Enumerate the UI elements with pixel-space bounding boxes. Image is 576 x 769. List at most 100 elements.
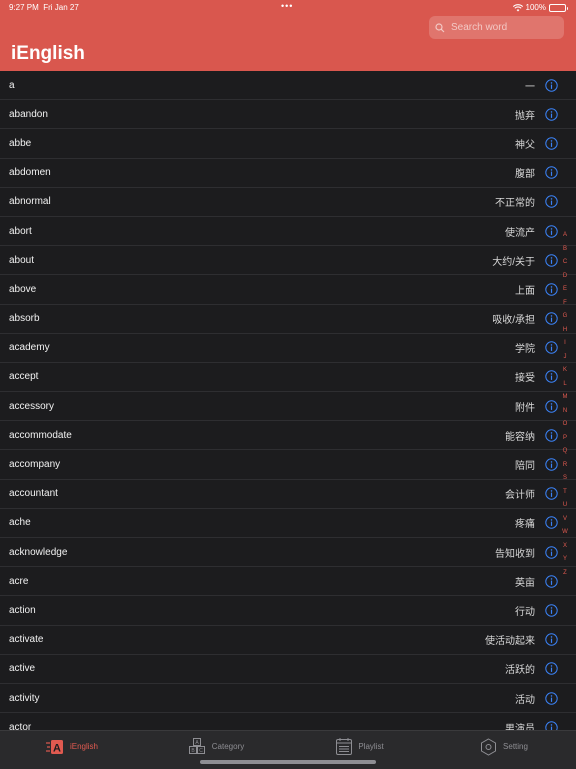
list-item[interactable]: acknowledge 告知收到 bbox=[0, 538, 576, 568]
tab-setting[interactable]: Setting bbox=[432, 731, 576, 762]
list-item[interactable]: ache 疼痛 bbox=[0, 509, 576, 538]
info-icon[interactable] bbox=[545, 108, 558, 121]
word-label: action bbox=[9, 604, 36, 616]
list-item[interactable]: absorb 吸收/承担 bbox=[0, 305, 576, 334]
index-letter[interactable]: M bbox=[563, 391, 568, 405]
tab-label: iEnglish bbox=[69, 742, 98, 751]
meaning-label: 一 bbox=[525, 81, 535, 93]
info-icon[interactable] bbox=[545, 604, 558, 617]
index-letter[interactable]: Q bbox=[563, 445, 568, 459]
tab-category[interactable]: A B C Category bbox=[144, 731, 288, 762]
search-input[interactable] bbox=[449, 21, 563, 34]
index-letter[interactable]: D bbox=[563, 270, 567, 284]
index-letter[interactable]: C bbox=[563, 256, 567, 270]
word-label: accept bbox=[9, 371, 39, 383]
index-letter[interactable]: P bbox=[563, 432, 567, 446]
home-indicator[interactable] bbox=[200, 760, 376, 764]
tab-iEnglish[interactable]: A iEnglish bbox=[0, 731, 144, 762]
meaning-label: 吸收/承担 bbox=[492, 315, 535, 327]
list-item[interactable]: abandon 抛弃 bbox=[0, 100, 576, 130]
index-letter[interactable]: G bbox=[563, 310, 568, 324]
index-letter[interactable]: F bbox=[563, 297, 567, 311]
search-bar[interactable] bbox=[429, 16, 564, 39]
index-letter[interactable]: S bbox=[563, 472, 567, 486]
list-item[interactable]: a一 bbox=[0, 71, 576, 101]
meaning-label: 腹部 bbox=[515, 169, 535, 181]
list-item[interactable]: accompany 陪同 bbox=[0, 450, 576, 480]
index-letter[interactable]: R bbox=[563, 459, 567, 473]
info-icon[interactable] bbox=[545, 662, 558, 676]
word-list[interactable]: a 一 abandon 抛弃 abbe 神父 abdomen 腹部 abnormal 不正常的 ab… bbox=[0, 71, 576, 730]
list-item[interactable]: abdomen 腹部 bbox=[0, 159, 576, 188]
info-icon[interactable] bbox=[545, 341, 558, 354]
list-item[interactable]: accessory 附件 bbox=[0, 392, 576, 422]
word-label: accompany bbox=[9, 459, 61, 471]
index-letter[interactable]: J bbox=[564, 351, 567, 365]
index-letter[interactable]: X bbox=[563, 540, 567, 554]
index-letter[interactable]: Z bbox=[563, 567, 567, 581]
info-icon[interactable] bbox=[545, 575, 558, 588]
info-icon[interactable] bbox=[545, 195, 558, 209]
index-letter[interactable]: U bbox=[563, 499, 567, 513]
info-icon[interactable] bbox=[545, 691, 558, 705]
list-item[interactable]: abbe 神父 bbox=[0, 129, 576, 159]
word-label: acre bbox=[9, 575, 29, 587]
list-item[interactable]: acre 英亩 bbox=[0, 567, 576, 597]
list-item[interactable]: above 上面 bbox=[0, 275, 576, 305]
info-icon[interactable] bbox=[545, 137, 558, 150]
list-item[interactable]: accept 接受 bbox=[0, 363, 576, 393]
list-item[interactable]: action 行动 bbox=[0, 596, 576, 626]
meaning-label: 附件 bbox=[515, 402, 535, 414]
info-icon[interactable] bbox=[545, 429, 558, 442]
info-icon[interactable] bbox=[545, 312, 558, 325]
list-item[interactable]: abort 使流产 bbox=[0, 217, 576, 247]
list-item[interactable]: active 活跃的 bbox=[0, 655, 576, 684]
index-letter[interactable]: T bbox=[563, 486, 567, 500]
info-icon[interactable] bbox=[545, 633, 558, 646]
info-icon[interactable] bbox=[545, 458, 558, 471]
word-label: a bbox=[9, 79, 15, 91]
meaning-label: 使流产 bbox=[505, 227, 535, 239]
info-icon[interactable] bbox=[545, 224, 558, 238]
index-letter[interactable]: E bbox=[563, 283, 567, 297]
list-item[interactable]: activate 使活动起来 bbox=[0, 626, 576, 655]
index-letter[interactable]: L bbox=[563, 378, 566, 392]
info-icon[interactable] bbox=[545, 721, 558, 730]
index-letter[interactable]: K bbox=[563, 364, 567, 378]
list-item[interactable]: accommodate 能容纳 bbox=[0, 421, 576, 451]
multitasking-dots[interactable]: ••• bbox=[281, 1, 293, 11]
alphabet-index[interactable]: ABCDEFGHIJKLMNOPQRSTUVWXYZ bbox=[560, 229, 570, 580]
index-letter[interactable]: V bbox=[563, 513, 567, 527]
info-icon[interactable] bbox=[545, 545, 558, 559]
list-item[interactable]: academy 学院 bbox=[0, 334, 576, 363]
index-letter[interactable]: A bbox=[563, 229, 567, 243]
info-icon[interactable] bbox=[545, 370, 558, 384]
wifi-icon bbox=[512, 3, 523, 11]
index-letter[interactable]: I bbox=[564, 337, 566, 351]
info-icon[interactable] bbox=[545, 487, 558, 500]
tab-playlist[interactable]: Playlist bbox=[288, 731, 432, 762]
meaning-label: 告知收到 bbox=[495, 548, 535, 560]
word-label: about bbox=[9, 254, 35, 266]
info-icon[interactable] bbox=[545, 254, 558, 267]
info-icon[interactable] bbox=[545, 516, 558, 530]
word-label: actor bbox=[9, 721, 32, 730]
index-letter[interactable]: O bbox=[563, 418, 568, 432]
index-letter[interactable]: B bbox=[563, 243, 567, 257]
list-item[interactable]: abnormal 不正常的 bbox=[0, 188, 576, 217]
info-icon[interactable] bbox=[545, 283, 558, 296]
list-item[interactable]: actor 男演员 bbox=[0, 713, 576, 730]
word-label: accessory bbox=[9, 400, 55, 412]
index-letter[interactable]: W bbox=[562, 526, 568, 540]
info-icon[interactable] bbox=[545, 78, 558, 92]
meaning-label: 能容纳 bbox=[505, 431, 535, 443]
list-item[interactable]: accountant 会计师 bbox=[0, 480, 576, 509]
index-letter[interactable]: N bbox=[563, 405, 567, 419]
info-icon[interactable] bbox=[545, 399, 558, 413]
index-letter[interactable]: H bbox=[563, 324, 567, 338]
info-icon[interactable] bbox=[545, 166, 558, 179]
list-item[interactable]: about 大约/关于 bbox=[0, 246, 576, 276]
index-letter[interactable]: Y bbox=[563, 553, 567, 567]
list-item[interactable]: activity 活动 bbox=[0, 684, 576, 714]
status-time: 9:27 PM Fri Jan 27 bbox=[9, 3, 79, 12]
